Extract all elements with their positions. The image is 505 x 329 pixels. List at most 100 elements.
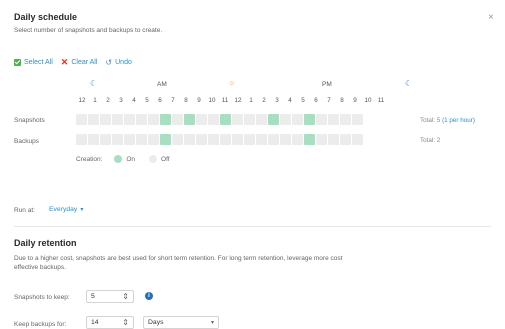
snapshot-slot[interactable] bbox=[88, 114, 99, 125]
snapshot-slot[interactable] bbox=[244, 114, 255, 125]
snapshot-slot[interactable] bbox=[160, 114, 171, 125]
undo-icon: ↺ bbox=[105, 58, 113, 67]
hour-label: 8 bbox=[340, 97, 344, 104]
snapshot-slot[interactable] bbox=[340, 114, 351, 125]
snapshots-rate-link[interactable]: (1 per hour) bbox=[442, 117, 475, 124]
snapshots-to-keep-stepper[interactable]: 5 ⇕ bbox=[86, 290, 134, 303]
snapshot-slot[interactable] bbox=[220, 114, 231, 125]
hour-label: 10 bbox=[208, 97, 216, 104]
hour-label: 12 bbox=[234, 97, 242, 104]
backup-slot[interactable] bbox=[88, 134, 99, 145]
snapshot-slot[interactable] bbox=[100, 114, 111, 125]
chevron-down-icon: ▾ bbox=[80, 207, 84, 213]
snapshot-slot[interactable] bbox=[136, 114, 147, 125]
backup-slot[interactable] bbox=[292, 134, 303, 145]
snapshot-slot[interactable] bbox=[124, 114, 135, 125]
run-at-dropdown[interactable]: Everyday ▾ bbox=[49, 206, 83, 213]
legend-off-label: Off bbox=[161, 155, 170, 163]
backup-slot[interactable] bbox=[184, 134, 195, 145]
snapshot-slot[interactable] bbox=[196, 114, 207, 125]
snapshot-slot[interactable] bbox=[208, 114, 219, 125]
backup-slot[interactable] bbox=[196, 134, 207, 145]
backup-slot[interactable] bbox=[220, 134, 231, 145]
backup-unit-value: Days bbox=[148, 319, 164, 326]
moon-icon: ☾ bbox=[405, 79, 413, 88]
clear-all-button[interactable]: ✕ Clear All bbox=[61, 57, 98, 68]
backup-slot[interactable] bbox=[208, 134, 219, 145]
undo-button[interactable]: ↺ Undo bbox=[105, 58, 131, 67]
backup-slot[interactable] bbox=[172, 134, 183, 145]
hour-label: 9 bbox=[197, 97, 201, 104]
legend-label: Creation: bbox=[76, 155, 103, 163]
hour-label: 2 bbox=[262, 97, 266, 104]
hour-label: 11 bbox=[377, 97, 385, 104]
backup-slot[interactable] bbox=[136, 134, 147, 145]
snapshots-grid bbox=[76, 114, 363, 125]
snapshots-to-keep-value: 5 bbox=[91, 293, 95, 300]
snapshot-slot[interactable] bbox=[352, 114, 363, 125]
creation-legend: Creation: On Off bbox=[76, 155, 170, 163]
snapshot-slot[interactable] bbox=[256, 114, 267, 125]
pm-label: PM bbox=[322, 81, 332, 88]
chevron-down-icon: ▾ bbox=[210, 320, 214, 326]
hour-label: 4 bbox=[132, 97, 136, 104]
snapshot-slot[interactable] bbox=[328, 114, 339, 125]
hour-label: 3 bbox=[275, 97, 279, 104]
select-all-button[interactable]: Select All bbox=[14, 59, 53, 66]
backup-slot[interactable] bbox=[316, 134, 327, 145]
snapshot-slot[interactable] bbox=[268, 114, 279, 125]
backup-slot[interactable] bbox=[232, 134, 243, 145]
snapshots-total-text: Total: 5 bbox=[420, 117, 441, 124]
keep-backups-label: Keep backups for: bbox=[14, 321, 67, 328]
hour-label: 6 bbox=[314, 97, 318, 104]
snapshot-slot[interactable] bbox=[172, 114, 183, 125]
hour-label: 7 bbox=[327, 97, 331, 104]
backup-slot[interactable] bbox=[100, 134, 111, 145]
hour-label: 1 bbox=[93, 97, 97, 104]
hour-label: 1 bbox=[249, 97, 253, 104]
backup-unit-select[interactable]: Days ▾ bbox=[143, 316, 219, 329]
hour-label: 6 bbox=[158, 97, 162, 104]
retention-desc-line2: effective backups. bbox=[14, 264, 66, 271]
snapshots-total: Total: 5 (1 per hour) bbox=[420, 117, 475, 124]
hour-labels: 12 1 2 3 4 5 6 7 8 9 10 11 12 1 2 3 4 5 6 7 8 9 10 11 bbox=[76, 97, 387, 104]
am-label: AM bbox=[157, 81, 167, 88]
hour-label: 12 bbox=[78, 97, 86, 104]
snapshot-slot[interactable] bbox=[232, 114, 243, 125]
backup-slot[interactable] bbox=[280, 134, 291, 145]
snapshot-slot[interactable] bbox=[292, 114, 303, 125]
snapshot-slot[interactable] bbox=[76, 114, 87, 125]
backup-slot[interactable] bbox=[124, 134, 135, 145]
hour-label: 11 bbox=[221, 97, 229, 104]
snapshot-slot[interactable] bbox=[316, 114, 327, 125]
hour-label: 7 bbox=[171, 97, 175, 104]
keep-backups-stepper[interactable]: 14 ⇕ bbox=[86, 316, 134, 329]
backup-slot[interactable] bbox=[148, 134, 159, 145]
select-all-label: Select All bbox=[24, 59, 53, 66]
info-icon[interactable]: i bbox=[145, 292, 153, 300]
backup-slot[interactable] bbox=[256, 134, 267, 145]
clear-all-label: Clear All bbox=[71, 59, 98, 66]
snapshot-slot[interactable] bbox=[148, 114, 159, 125]
run-at-label: Run at: bbox=[14, 207, 35, 214]
snapshot-slot[interactable] bbox=[184, 114, 195, 125]
backup-slot[interactable] bbox=[304, 134, 315, 145]
stepper-arrows-icon[interactable]: ⇕ bbox=[122, 292, 129, 301]
snapshot-slot[interactable] bbox=[112, 114, 123, 125]
backup-slot[interactable] bbox=[112, 134, 123, 145]
backup-slot[interactable] bbox=[268, 134, 279, 145]
backup-slot[interactable] bbox=[352, 134, 363, 145]
page-title: Daily schedule bbox=[14, 12, 78, 22]
moon-icon: ☾ bbox=[90, 79, 98, 88]
close-icon[interactable]: × bbox=[488, 12, 494, 23]
snapshot-slot[interactable] bbox=[304, 114, 315, 125]
backup-slot[interactable] bbox=[328, 134, 339, 145]
hour-label: 8 bbox=[184, 97, 188, 104]
backup-slot[interactable] bbox=[160, 134, 171, 145]
backup-slot[interactable] bbox=[244, 134, 255, 145]
backup-slot[interactable] bbox=[76, 134, 87, 145]
snapshot-slot[interactable] bbox=[280, 114, 291, 125]
backups-row-label: Backups bbox=[14, 138, 39, 145]
stepper-arrows-icon[interactable]: ⇕ bbox=[122, 318, 129, 327]
backup-slot[interactable] bbox=[340, 134, 351, 145]
